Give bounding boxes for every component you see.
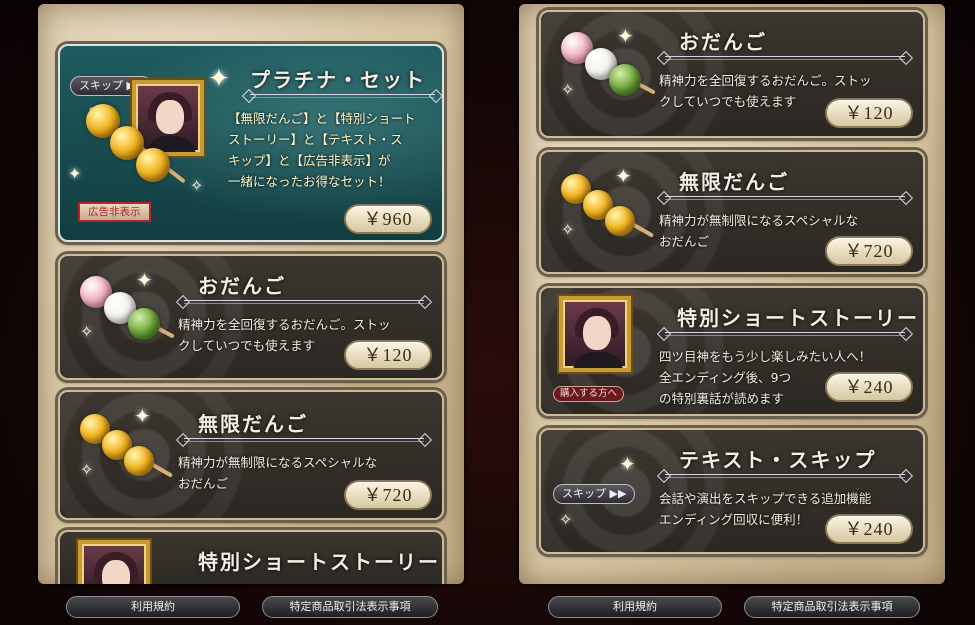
shop-panel-right: ✦ ✧ おだんご 精神力を全回復するおだんご。ストッ クしていつでも使えます ￥… [519,4,945,584]
sparkle-icon: ✦ [617,24,634,48]
story-price-button[interactable]: ￥240 [825,372,913,402]
mugen-price-button[interactable]: ￥720 [825,236,913,266]
title-divider [184,438,424,442]
terms-of-use-button[interactable]: 利用規約 [66,596,240,618]
mugen-title: 無限だんご [679,170,789,194]
sparkle-icon: ✦ [208,64,230,94]
sparkle-icon: ✦ [68,164,82,183]
title-divider [665,56,905,60]
skip-title: テキスト・スキップ [679,448,877,472]
sparkle-icon: ✧ [561,80,575,99]
title-divider [250,94,435,98]
commerce-law-button[interactable]: 特定商品取引法表示事項 [744,596,920,618]
odango-price-button[interactable]: ￥120 [344,340,432,370]
sparkle-icon: ✦ [615,164,632,188]
story-title: 特別ショートストーリー [677,306,919,330]
title-divider [665,474,905,478]
title-divider [665,196,905,200]
terms-of-use-button[interactable]: 利用規約 [548,596,722,618]
sparkle-icon: ✧ [561,220,575,239]
title-divider [184,300,424,304]
mugen-title: 無限だんご [198,412,308,436]
buyer-note-badge[interactable]: 購入する方へ [553,386,625,402]
skip-badge: スキップ ▶▶ [553,484,636,504]
mugen-dango-card[interactable]: ✦ ✧ 無限だんご 精神力が無制限になるスペシャルな おだんご ￥720 [58,390,444,520]
odango-title: おだんご [679,30,767,54]
odango-card[interactable]: ✦ ✧ おだんご 精神力を全回復するおだんご。ストッ クしていつでも使えます ￥… [58,254,444,380]
odango-title: おだんご [198,274,286,298]
mugen-price-button[interactable]: ￥720 [344,480,432,510]
sparkle-icon: ✧ [559,510,573,529]
odango-price-button[interactable]: ￥120 [825,98,913,128]
platinum-title: プラチナ・セット [250,68,426,92]
sparkle-icon: ✦ [619,452,636,476]
sparkle-icon: ✦ [134,404,151,428]
story-card[interactable]: 購入する方へ 特別ショートストーリー 四ツ目神をもう少し楽しみたい人へ！ 全エン… [539,286,925,416]
mugen-dango-card[interactable]: ✦ ✧ 無限だんご 精神力が無制限になるスペシャルな おだんご ￥720 [539,150,925,274]
story-title: 特別ショートストーリー [198,550,440,574]
ad-free-badge: 広告非表示 [78,202,151,222]
title-divider [665,332,905,336]
sparkle-icon: ✦ [136,268,153,292]
character-portrait [559,296,631,372]
sparkle-icon: ✧ [80,322,94,341]
platinum-price-button[interactable]: ￥960 [344,204,432,234]
sparkle-icon: ✧ [80,460,94,479]
platinum-description: 【無限だんご】と【特別ショート ストーリー】と【テキスト・ス キップ】と【広告非… [228,111,416,189]
skip-price-button[interactable]: ￥240 [825,514,913,544]
commerce-law-button[interactable]: 特定商品取引法表示事項 [262,596,438,618]
odango-card[interactable]: ✦ ✧ おだんご 精神力を全回復するおだんご。ストッ クしていつでも使えます ￥… [539,10,925,138]
shop-panel-left: スキップ ▶▶ ✦ ✦ ✧ 広告非表示 プラチナ・セット 【無限だんご】と【特別… [38,4,464,584]
story-card-partial[interactable]: 特別ショートストーリー [58,530,444,584]
platinum-set-card[interactable]: スキップ ▶▶ ✦ ✦ ✧ 広告非表示 プラチナ・セット 【無限だんご】と【特別… [58,44,444,242]
text-skip-card[interactable]: スキップ ▶▶ ✦ ✧ テキスト・スキップ 会話や演出をスキップできる追加機能 … [539,428,925,554]
sparkle-icon: ✧ [190,176,204,195]
character-portrait [78,540,150,584]
